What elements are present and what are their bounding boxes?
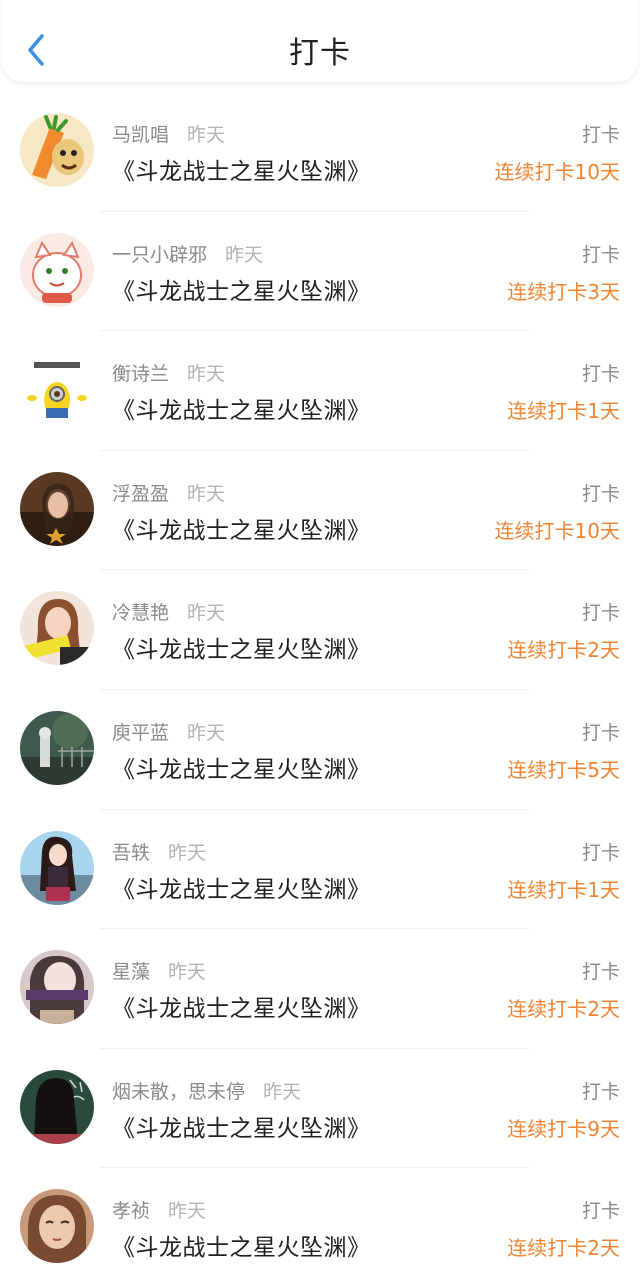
list-item[interactable]: 吾轶 昨天 《斗龙战士之星火坠渊》 打卡 连续打卡1天 bbox=[0, 810, 640, 930]
streak-text: 连续打卡2天 bbox=[507, 1236, 620, 1261]
sketch-girl-avatar bbox=[20, 1189, 94, 1264]
list-item[interactable]: 浮盈盈 昨天 《斗龙战士之星火坠渊》 打卡 连续打卡10天 bbox=[0, 451, 640, 571]
chalkboard-girl-avatar bbox=[20, 1069, 94, 1144]
checkin-time: 昨天 bbox=[187, 124, 226, 146]
avatar[interactable] bbox=[20, 1189, 94, 1264]
list-item[interactable]: 烟未散，思未停 昨天 《斗龙战士之星火坠渊》 打卡 连续打卡9天 bbox=[0, 1049, 640, 1169]
checkin-time: 昨天 bbox=[263, 1080, 302, 1103]
girl-photo-avatar bbox=[20, 950, 94, 1025]
checkin-time: 昨天 bbox=[168, 961, 207, 984]
list-item[interactable]: 一只小辟邪 昨天 《斗龙战士之星火坠渊》 打卡 连续打卡3天 bbox=[0, 212, 640, 332]
user-info-line: 吾轶 昨天 bbox=[112, 838, 206, 865]
list-item[interactable]: 冷慧艳 昨天 《斗龙战士之星火坠渊》 打卡 连续打卡2天 bbox=[0, 570, 640, 690]
user-info-line: 衡诗兰 昨天 bbox=[112, 359, 225, 386]
book-title[interactable]: 《斗龙战士之星火坠渊》 bbox=[112, 750, 371, 784]
checkin-time: 昨天 bbox=[187, 602, 226, 625]
avatar[interactable] bbox=[20, 1069, 94, 1144]
user-name[interactable]: 一只小辟邪 bbox=[112, 244, 207, 266]
avatar[interactable] bbox=[20, 352, 94, 427]
avatar[interactable] bbox=[20, 591, 94, 666]
user-info-line: 浮盈盈 昨天 bbox=[112, 479, 225, 506]
checkin-time: 昨天 bbox=[168, 841, 207, 864]
book-title[interactable]: 《斗龙战士之星火坠渊》 bbox=[112, 1109, 371, 1143]
user-info-line: 烟未散，思未停 昨天 bbox=[112, 1077, 301, 1104]
top-bar: 打卡 bbox=[2, 0, 638, 82]
streak-text: 连续打卡9天 bbox=[507, 1116, 620, 1141]
book-title[interactable]: 《斗龙战士之星火坠渊》 bbox=[112, 391, 371, 425]
page-title: 打卡 bbox=[289, 36, 351, 71]
list-item[interactable]: 孝祯 昨天 《斗龙战士之星火坠渊》 打卡 连续打卡2天 bbox=[0, 1168, 640, 1288]
book-title[interactable]: 《斗龙战士之星火坠渊》 bbox=[112, 870, 371, 904]
book-title[interactable]: 《斗龙战士之星火坠渊》 bbox=[112, 630, 371, 664]
streak-text: 连续打卡1天 bbox=[507, 877, 620, 902]
list-item[interactable]: 衡诗兰 昨天 《斗龙战士之星火坠渊》 打卡 连续打卡1天 bbox=[0, 331, 640, 451]
list-item[interactable]: 星藻 昨天 《斗龙战士之星火坠渊》 打卡 连续打卡2天 bbox=[0, 929, 640, 1049]
user-info-line: 冷慧艳 昨天 bbox=[112, 598, 225, 625]
user-name[interactable]: 孝祯 bbox=[112, 1200, 150, 1222]
avatar[interactable] bbox=[20, 232, 94, 307]
avatar[interactable] bbox=[20, 113, 94, 187]
user-info-line: 星藻 昨天 bbox=[112, 957, 206, 984]
streak-text: 连续打卡10天 bbox=[494, 160, 620, 184]
cat-cartoon-avatar bbox=[20, 232, 94, 307]
user-info-line: 孝祯 昨天 bbox=[112, 1196, 206, 1223]
avatar[interactable] bbox=[20, 471, 94, 546]
user-info-line: 庾平蓝 昨天 bbox=[112, 718, 225, 745]
girl-photo-avatar bbox=[20, 591, 94, 666]
checkin-time: 昨天 bbox=[187, 363, 226, 386]
user-info-line: 一只小辟邪 昨天 bbox=[112, 240, 263, 267]
book-title[interactable]: 《斗龙战士之星火坠渊》 bbox=[112, 989, 371, 1023]
streak-text: 连续打卡1天 bbox=[507, 399, 620, 424]
checkin-label: 打卡 bbox=[581, 482, 620, 505]
checkin-time: 昨天 bbox=[187, 721, 226, 744]
checkin-label: 打卡 bbox=[581, 1200, 620, 1223]
user-name[interactable]: 冷慧艳 bbox=[112, 602, 169, 624]
checkin-label: 打卡 bbox=[581, 363, 620, 386]
streak-text: 连续打卡5天 bbox=[507, 757, 620, 782]
user-name[interactable]: 烟未散，思未停 bbox=[112, 1081, 245, 1103]
park-photo-avatar bbox=[20, 710, 94, 785]
minion-avatar bbox=[20, 352, 94, 427]
checkin-time: 昨天 bbox=[225, 243, 264, 266]
streak-text: 连续打卡2天 bbox=[507, 997, 620, 1022]
user-name[interactable]: 星藻 bbox=[112, 961, 150, 983]
checkin-label: 打卡 bbox=[581, 721, 620, 744]
streak-text: 连续打卡2天 bbox=[507, 638, 620, 663]
checkin-label: 打卡 bbox=[581, 1080, 620, 1103]
checkin-list: 马凯唱 昨天 《斗龙战士之星火坠渊》 打卡 连续打卡10天 一只小辟邪 昨天 《斗龙… bbox=[0, 92, 640, 1288]
streak-text: 连续打卡3天 bbox=[507, 279, 620, 304]
carrot-cartoon-avatar bbox=[20, 113, 94, 187]
checkin-label: 打卡 bbox=[581, 124, 620, 146]
user-name[interactable]: 衡诗兰 bbox=[112, 363, 169, 385]
book-title[interactable]: 《斗龙战士之星火坠渊》 bbox=[112, 272, 371, 306]
checkin-time: 昨天 bbox=[168, 1200, 207, 1223]
book-title[interactable]: 《斗龙战士之星火坠渊》 bbox=[112, 152, 371, 186]
book-title[interactable]: 《斗龙战士之星火坠渊》 bbox=[112, 511, 371, 545]
checkin-label: 打卡 bbox=[581, 961, 620, 984]
list-item[interactable]: 马凯唱 昨天 《斗龙战士之星火坠渊》 打卡 连续打卡10天 bbox=[0, 92, 640, 212]
book-title[interactable]: 《斗龙战士之星火坠渊》 bbox=[112, 1228, 371, 1262]
checkin-label: 打卡 bbox=[581, 841, 620, 864]
checkin-label: 打卡 bbox=[581, 602, 620, 625]
anime-girl-avatar bbox=[20, 830, 94, 905]
avatar[interactable] bbox=[20, 710, 94, 785]
user-info-line: 马凯唱 昨天 bbox=[112, 120, 225, 147]
user-name[interactable]: 浮盈盈 bbox=[112, 483, 169, 505]
checkin-label: 打卡 bbox=[581, 243, 620, 266]
avatar[interactable] bbox=[20, 950, 94, 1025]
streak-text: 连续打卡10天 bbox=[494, 518, 620, 543]
avatar[interactable] bbox=[20, 830, 94, 905]
user-name[interactable]: 吾轶 bbox=[112, 842, 150, 864]
user-name[interactable]: 马凯唱 bbox=[112, 124, 169, 146]
girl-photo-avatar bbox=[20, 471, 94, 546]
list-item[interactable]: 庾平蓝 昨天 《斗龙战士之星火坠渊》 打卡 连续打卡5天 bbox=[0, 690, 640, 810]
checkin-time: 昨天 bbox=[187, 482, 226, 505]
user-name[interactable]: 庾平蓝 bbox=[112, 722, 169, 744]
